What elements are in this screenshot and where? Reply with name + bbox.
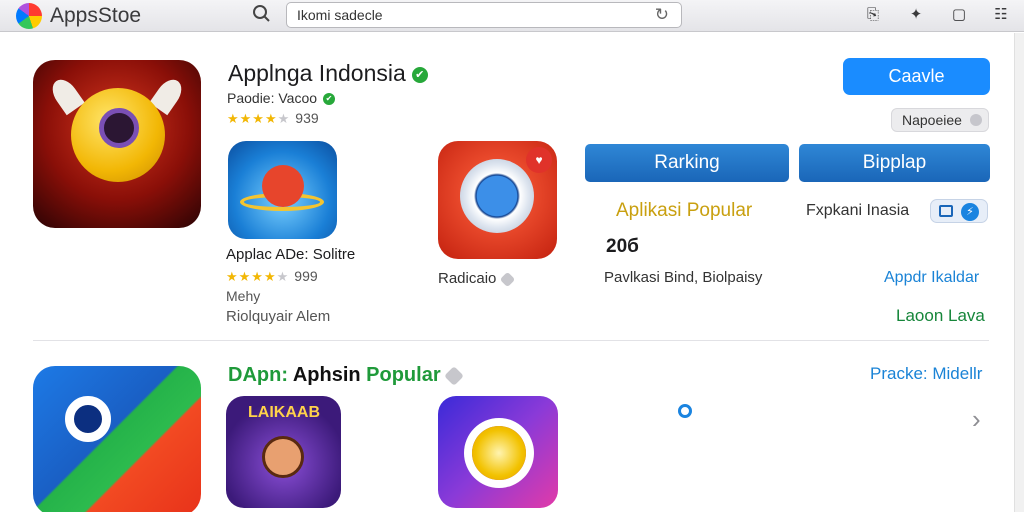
star-burst-icon	[472, 426, 526, 480]
tile-app-name[interactable]: Applac ADe: Solitre	[226, 246, 355, 263]
see-all-link[interactable]: Pracke: Midellr	[870, 364, 982, 384]
tab-ranking[interactable]: Rarking	[585, 144, 789, 182]
grid-icon[interactable]: ☷	[990, 4, 1012, 26]
link-app-calendar[interactable]: Appdr Ikaldar	[884, 269, 979, 287]
game-logo-text: LAIKAAB	[248, 404, 320, 421]
expand-label: Fxpkani Inasia	[806, 202, 910, 219]
search-input[interactable]	[297, 6, 637, 24]
lightning-icon[interactable]: ⚡	[961, 203, 979, 221]
app-logo-icon	[16, 3, 42, 29]
tile-app-icon[interactable]: LAIKAAB	[226, 396, 341, 508]
verified-badge-icon: ✔	[411, 66, 428, 83]
tile-app-name-label: Radicaio	[438, 270, 497, 287]
notification-badge-icon: ♥	[526, 147, 552, 173]
tile-app-name[interactable]: Radicaio	[438, 270, 516, 287]
search-field[interactable]: ↻	[286, 2, 682, 28]
view-toggle[interactable]: ⚡	[930, 199, 988, 223]
tab-display[interactable]: Bipplap	[799, 144, 990, 182]
tile-app-icon[interactable]	[438, 396, 558, 508]
star-rating-icon: ★★★★★	[227, 111, 291, 126]
publisher-row: Paodie: Vacoo ✔	[227, 90, 336, 106]
circle-logo-icon	[65, 396, 111, 442]
toggle-dot-icon	[970, 114, 982, 126]
get-button[interactable]: Caavle	[843, 58, 990, 95]
compass-icon	[460, 159, 534, 233]
tile-app-icon[interactable]	[228, 141, 337, 239]
square-icon[interactable]	[939, 205, 953, 217]
chevron-right-icon[interactable]: ›	[972, 404, 981, 435]
section-heading-suffix: Popular	[366, 364, 441, 386]
popular-heading-label: Aplikasi Popular	[616, 200, 753, 221]
popular-count: 20б	[606, 236, 639, 257]
tile-app-icon[interactable]: ♥	[438, 141, 557, 259]
featured-title-row: Applnga Indonsia ✔	[228, 60, 428, 87]
featured-title[interactable]: Applnga Indonsia	[228, 60, 406, 86]
link-more[interactable]: Laoon Lava	[896, 306, 985, 326]
scrollbar[interactable]	[1014, 33, 1024, 512]
section-heading-prefix: DApn:	[228, 364, 288, 386]
popular-subtitle: Pavlkasi Bind, Biolpaisy	[604, 269, 763, 286]
section-heading-mid: Aphsin	[292, 364, 361, 386]
eye-icon	[99, 108, 139, 148]
app-name: AppsStoe	[50, 4, 142, 27]
rating-value: 999	[294, 268, 318, 284]
publisher-name: Paodie: Vacoo	[227, 90, 318, 106]
reload-icon[interactable]: ↻	[655, 5, 669, 25]
section-divider	[33, 340, 989, 341]
bookmark-icon[interactable]: ⎘	[862, 4, 884, 26]
window-icon[interactable]: ▢	[948, 4, 970, 26]
sparkle-icon[interactable]: ✦	[905, 4, 927, 26]
diamond-icon	[500, 271, 516, 287]
character-icon	[262, 436, 304, 478]
featured-rating: ★★★★★ 939	[227, 110, 319, 128]
rating-value: 939	[295, 110, 319, 126]
app-store-window: AppsStoe ↻ ⎘ ✦ ▢ ☷ Applnga Indonsia ✔ Pao…	[0, 0, 1024, 512]
search-icon[interactable]	[252, 3, 272, 27]
popular-heading: Aplikasi Popular	[616, 200, 752, 222]
diamond-icon	[443, 365, 464, 386]
tile-app-icon[interactable]	[33, 366, 201, 512]
monster-face-icon	[71, 88, 165, 182]
section-heading: DApn: Aphsin Popular	[228, 364, 464, 387]
options-pill[interactable]: Napoeiee	[891, 108, 989, 132]
title-bar: AppsStoe ↻ ⎘ ✦ ▢ ☷	[0, 0, 1024, 32]
creature-icon	[262, 165, 304, 207]
featured-app-icon[interactable]	[33, 60, 201, 228]
star-rating-icon: ★★★★★	[226, 269, 290, 284]
tile-meta-1: Mehy	[226, 288, 261, 304]
options-pill-label: Napoeiee	[902, 112, 962, 128]
verified-badge-icon: ✔	[323, 93, 336, 106]
page-indicator-icon[interactable]	[678, 404, 692, 418]
tile-rating: ★★★★★ 999	[226, 268, 318, 286]
tile-meta-2: Riolquyair Alem	[226, 308, 331, 325]
